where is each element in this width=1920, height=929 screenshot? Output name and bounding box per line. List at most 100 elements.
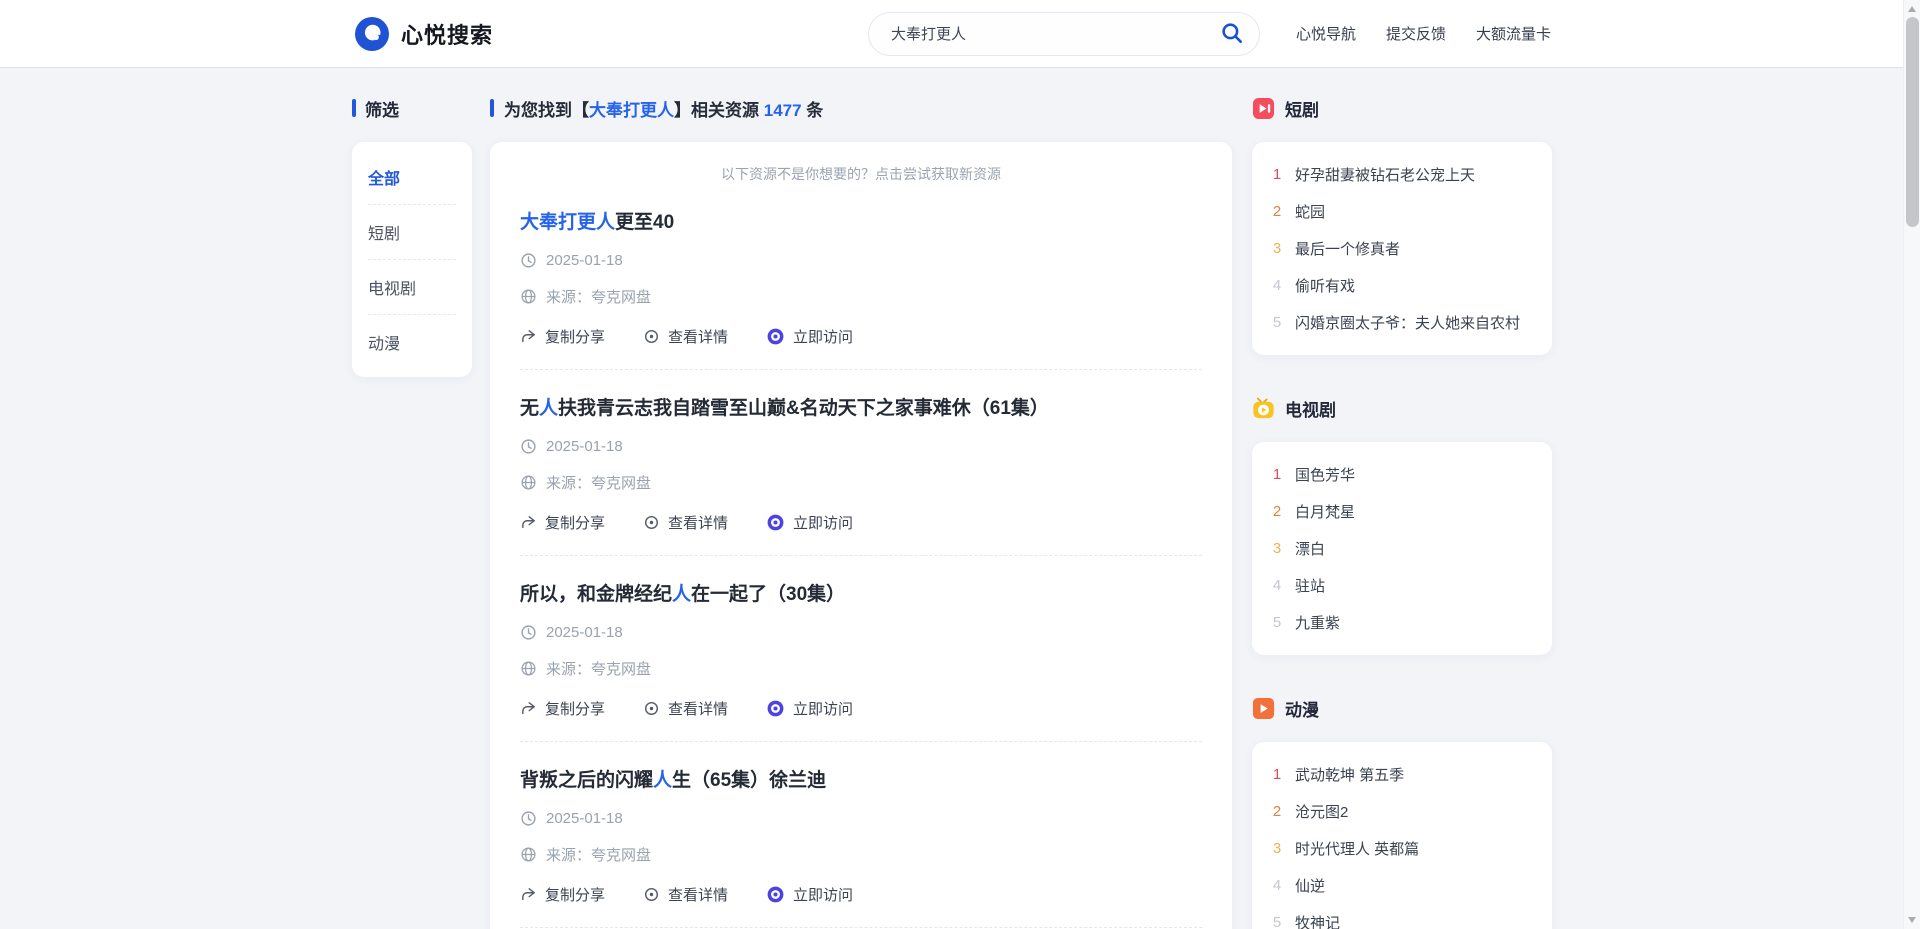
visit-now-button[interactable]: 立即访问 (766, 326, 853, 347)
tv-icon (1252, 397, 1275, 420)
rank-number: 3 (1272, 540, 1282, 557)
copy-share-button[interactable]: 复制分享 (520, 326, 605, 347)
rank-number: 1 (1272, 166, 1282, 183)
clock-icon (520, 438, 537, 455)
visit-now-button[interactable]: 立即访问 (766, 512, 853, 533)
scrollbar-thumb[interactable] (1906, 17, 1919, 227)
visit-now-label: 立即访问 (793, 884, 853, 905)
filter-item-tv-series[interactable]: 电视剧 (368, 260, 456, 314)
visit-target-icon (766, 885, 785, 904)
view-detail-button[interactable]: 查看详情 (643, 512, 728, 533)
ranking-item[interactable]: 5 九重紫 (1272, 604, 1532, 641)
section-bar-icon (352, 99, 356, 117)
result-title[interactable]: 所以，和金牌经纪人在一起了（30集） (520, 582, 1202, 607)
globe-icon (520, 846, 537, 863)
copy-share-button[interactable]: 复制分享 (520, 512, 605, 533)
ranking-header: 动漫 (1252, 695, 1552, 721)
filter-title: 筛选 (365, 96, 399, 121)
result-item: 无人扶我青云志我自踏雪至山巅&名动天下之家事难休（61集） 2025-01-18… (520, 396, 1202, 556)
ranking-header: 电视剧 (1252, 395, 1552, 421)
ranking-title: 短剧 (1285, 96, 1319, 121)
filter-item-short-drama[interactable]: 短剧 (368, 205, 456, 259)
ranking-item[interactable]: 4偷听有戏 (1272, 267, 1532, 304)
result-title[interactable]: 大奉打更人更至40 (520, 210, 1202, 235)
filter-item-anime[interactable]: 动漫 (368, 315, 456, 369)
rank-number: 2 (1272, 503, 1282, 520)
rank-number: 2 (1272, 203, 1282, 220)
ranking-item[interactable]: 3漂白 (1272, 530, 1532, 567)
copy-share-button[interactable]: 复制分享 (520, 698, 605, 719)
copy-share-label: 复制分享 (545, 698, 605, 719)
ranking-item[interactable]: 5闪婚京圈太子爷：夫人她来自农村 (1272, 304, 1532, 341)
results-card: 以下资源不是你想要的？点击尝试获取新资源 大奉打更人更至40 2025-01-1… (490, 142, 1232, 929)
ranking-item[interactable]: 3最后一个修真者 (1272, 230, 1532, 267)
scrollbar (1903, 0, 1920, 929)
nav-link-feedback[interactable]: 提交反馈 (1386, 23, 1446, 44)
ranking-item[interactable]: 4驻站 (1272, 567, 1532, 604)
brand-name: 心悦搜索 (401, 18, 493, 50)
ranking-item[interactable]: 2白月梵星 (1272, 493, 1532, 530)
view-detail-label: 查看详情 (668, 326, 728, 347)
visit-now-button[interactable]: 立即访问 (766, 698, 853, 719)
results-column: 为您找到【大奉打更人】相关资源 1477 条 以下资源不是你想要的？点击尝试获取… (490, 95, 1232, 929)
rank-number: 5 (1272, 314, 1282, 331)
result-title[interactable]: 背叛之后的闪耀人生（65集）徐兰迪 (520, 768, 1202, 793)
globe-icon (520, 660, 537, 677)
rank-number: 3 (1272, 240, 1282, 257)
ranking-item[interactable]: 1 好孕甜妻被钻石老公宠上天 (1272, 156, 1532, 193)
rank-number: 2 (1272, 803, 1282, 820)
globe-icon (520, 474, 537, 491)
rank-number: 3 (1272, 840, 1282, 857)
refresh-notice[interactable]: 以下资源不是你想要的？点击尝试获取新资源 (520, 162, 1202, 184)
scrollbar-down-arrow-icon[interactable] (1908, 917, 1916, 923)
search-input[interactable] (868, 12, 1260, 56)
view-detail-button[interactable]: 查看详情 (643, 326, 728, 347)
clock-icon (520, 810, 537, 827)
rankings-sidebar: 短剧 1好孕甜妻被钻石老公宠上天2蛇园3最后一个修真者4偷听有戏5闪婚京圈太子爷… (1252, 95, 1552, 929)
visit-target-icon (766, 327, 785, 346)
ranking-item[interactable]: 2蛇园 (1272, 193, 1532, 230)
rank-number: 5 (1272, 614, 1282, 631)
filter-header: 筛选 (352, 95, 472, 121)
clock-icon (520, 252, 537, 269)
filter-item-all[interactable]: 全部 (368, 150, 456, 204)
result-item: 所以，和金牌经纪人在一起了（30集） 2025-01-18 来源：夸克网盘 (520, 582, 1202, 742)
view-detail-button[interactable]: 查看详情 (643, 698, 728, 719)
result-source-row: 来源：夸克网盘 (520, 286, 1202, 307)
ranking-item-label: 偷听有戏 (1295, 275, 1355, 296)
ranking-item-label: 国色芳华 (1295, 464, 1355, 485)
ranking-item[interactable]: 1武动乾坤 第五季 (1272, 756, 1532, 793)
nav-link-data-card[interactable]: 大额流量卡 (1476, 23, 1551, 44)
copy-share-label: 复制分享 (545, 884, 605, 905)
brand[interactable]: 心悦搜索 (355, 17, 493, 51)
ranking-item-label: 好孕甜妻被钻石老公宠上天 (1295, 164, 1475, 185)
search-button[interactable] (1218, 20, 1246, 48)
eye-icon (643, 514, 660, 531)
rank-number: 1 (1272, 466, 1282, 483)
short-drama-play-icon (1252, 97, 1275, 120)
nav-link-navigation[interactable]: 心悦导航 (1296, 23, 1356, 44)
result-date: 2025-01-18 (546, 438, 623, 455)
result-date: 2025-01-18 (546, 252, 623, 269)
ranking-item[interactable]: 3时光代理人 英都篇 (1272, 830, 1532, 867)
ranking-item[interactable]: 1 国色芳华 (1272, 456, 1532, 493)
rank-number: 4 (1272, 577, 1282, 594)
copy-share-label: 复制分享 (545, 512, 605, 533)
visit-now-label: 立即访问 (793, 326, 853, 347)
ranking-item[interactable]: 4仙逆 (1272, 867, 1532, 904)
view-detail-label: 查看详情 (668, 512, 728, 533)
copy-share-button[interactable]: 复制分享 (520, 884, 605, 905)
visit-now-label: 立即访问 (793, 698, 853, 719)
ranking-item-label: 沧元图2 (1295, 801, 1348, 822)
ranking-item-label: 九重紫 (1295, 612, 1340, 633)
visit-now-button[interactable]: 立即访问 (766, 884, 853, 905)
ranking-section: 短剧 1 好孕甜妻被钻石老公宠上天 2蛇园3最后一个修真者4偷听有戏5闪婚京圈太子爷… (1252, 95, 1552, 355)
result-list: 大奉打更人更至40 2025-01-18 来源：夸克网盘 (520, 210, 1202, 929)
eye-icon (643, 328, 660, 345)
ranking-item[interactable]: 2 沧元图2 (1272, 793, 1532, 830)
result-title[interactable]: 无人扶我青云志我自踏雪至山巅&名动天下之家事难休（61集） (520, 396, 1202, 421)
ranking-item[interactable]: 5牧神记 (1272, 904, 1532, 929)
view-detail-button[interactable]: 查看详情 (643, 884, 728, 905)
scrollbar-up-arrow-icon[interactable] (1908, 6, 1916, 12)
rank-number: 1 (1272, 766, 1282, 783)
